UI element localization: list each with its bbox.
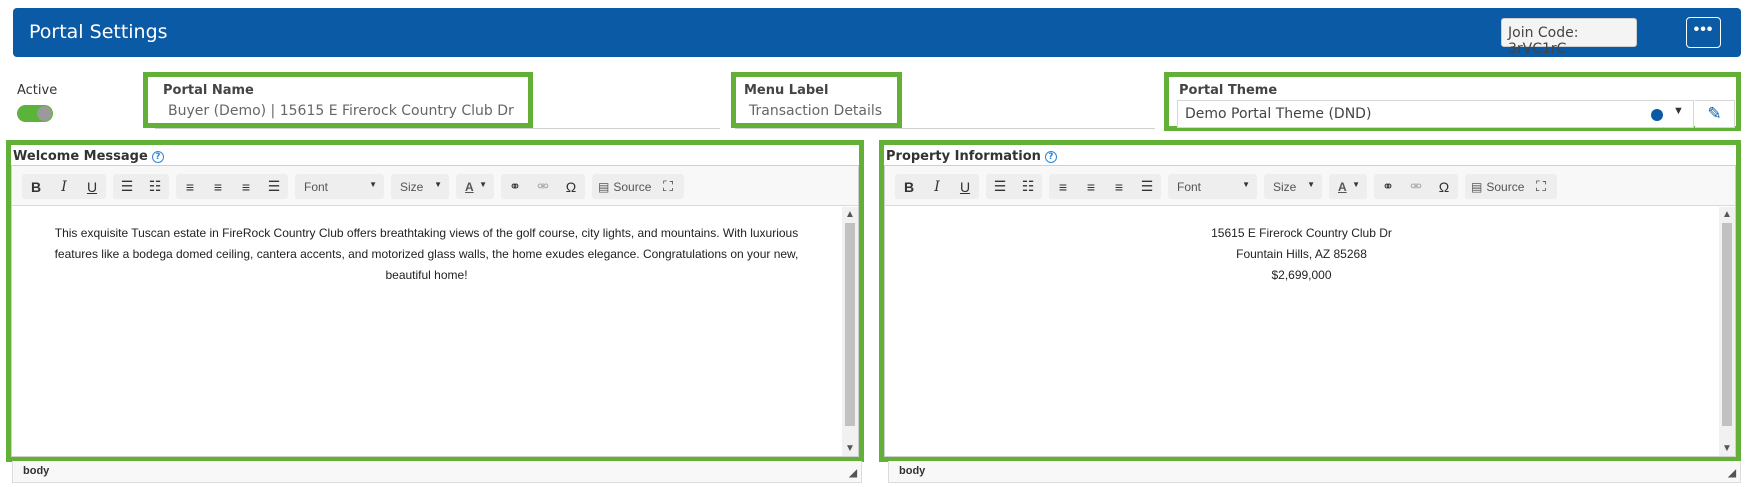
font-select[interactable]: Font ▼ — [295, 174, 384, 199]
element-path[interactable]: body — [23, 465, 49, 477]
portal-name-highlight — [143, 72, 533, 128]
source-icon: ▤ — [598, 179, 610, 194]
maximize-icon[interactable]: ⛶ — [654, 174, 682, 199]
link-icon[interactable]: ⚭ — [501, 174, 529, 199]
portal-name-input[interactable]: Buyer (Demo) | 15615 E Firerock Country … — [168, 103, 514, 119]
unlink-icon[interactable]: ⚮ — [529, 174, 557, 199]
menu-label-underline — [735, 128, 1155, 129]
scroll-down-icon[interactable]: ▼ — [842, 443, 858, 454]
size-select[interactable]: Size ▼ — [1264, 174, 1322, 199]
portal-name-label: Portal Name — [163, 83, 254, 98]
resize-grip-icon[interactable]: ◢ — [1728, 468, 1736, 479]
property-information-content[interactable]: 15615 E Firerock Country Club Dr Fountai… — [885, 207, 1718, 456]
pencil-icon: ✎ — [1707, 104, 1722, 123]
active-toggle[interactable] — [17, 105, 53, 122]
welcome-scrollbar[interactable]: ▲ ▼ — [842, 207, 858, 456]
scroll-up-icon[interactable]: ▲ — [842, 209, 858, 220]
portal-name-underline — [155, 128, 720, 129]
source-button[interactable]: ▤ Source — [1465, 174, 1527, 199]
size-select[interactable]: Size ▼ — [391, 174, 449, 199]
scroll-down-icon[interactable]: ▼ — [1719, 443, 1735, 454]
bold-button[interactable]: B — [895, 174, 923, 199]
welcome-message-editor[interactable]: B I U ☰ ☷ ≡ ≡ ≡ ☰ Font ▼ Size ▼ A ▼ ⚭ ⚮ Ω ▤ — [11, 165, 859, 457]
portal-theme-value: Demo Portal Theme (DND) — [1185, 106, 1372, 122]
ordered-list-icon[interactable]: ☰ — [113, 174, 141, 199]
property-information-editor[interactable]: B I U ☰ ☷ ≡ ≡ ≡ ☰ Font ▼ Size ▼ A ▼ ⚭ ⚮ Ω ▤ — [884, 165, 1736, 457]
scroll-thumb[interactable] — [845, 223, 855, 426]
welcome-message-content[interactable]: This exquisite Tuscan estate in FireRock… — [12, 207, 841, 456]
align-right-icon[interactable]: ≡ — [1105, 174, 1133, 199]
align-center-icon[interactable]: ≡ — [1077, 174, 1105, 199]
chevron-down-icon[interactable]: ▼ — [1673, 105, 1684, 117]
scroll-thumb[interactable] — [1722, 223, 1732, 426]
element-path[interactable]: body — [899, 465, 925, 477]
source-icon: ▤ — [1471, 179, 1483, 194]
text-color-button[interactable]: A ▼ — [1329, 174, 1367, 199]
align-left-icon[interactable]: ≡ — [1049, 174, 1077, 199]
property-status-bar: body ◢ — [888, 461, 1741, 483]
menu-label-highlight — [731, 72, 902, 128]
underline-button[interactable]: U — [78, 174, 106, 199]
resize-grip-icon[interactable]: ◢ — [849, 468, 857, 479]
menu-label-input[interactable]: Transaction Details — [749, 103, 882, 119]
portal-theme-label: Portal Theme — [1179, 83, 1278, 98]
join-code-field[interactable]: Join Code: 3rVC1rC — [1501, 18, 1637, 57]
welcome-status-bar: body ◢ — [12, 461, 862, 483]
source-button[interactable]: ▤ Source — [592, 174, 654, 199]
scroll-up-icon[interactable]: ▲ — [1719, 209, 1735, 220]
ordered-list-icon[interactable]: ☰ — [986, 174, 1014, 199]
text-color-button[interactable]: A ▼ — [456, 174, 494, 199]
bold-button[interactable]: B — [22, 174, 50, 199]
italic-button[interactable]: I — [923, 174, 951, 199]
portal-settings-header: Portal Settings Join Code: 3rVC1rC ••• — [13, 8, 1741, 57]
justify-icon[interactable]: ☰ — [260, 174, 288, 199]
page-title: Portal Settings — [29, 21, 168, 43]
special-char-button[interactable]: Ω — [557, 174, 585, 199]
edit-theme-button[interactable]: ✎ — [1695, 100, 1735, 128]
align-left-icon[interactable]: ≡ — [176, 174, 204, 199]
price-line: $2,699,000 — [1271, 268, 1332, 282]
maximize-icon[interactable]: ⛶ — [1527, 174, 1555, 199]
city-line: Fountain Hills, AZ 85268 — [1236, 247, 1367, 261]
bullet-list-icon[interactable]: ☷ — [1014, 174, 1042, 199]
portal-theme-select[interactable]: Demo Portal Theme (DND) ▼ — [1177, 100, 1694, 128]
unlink-icon[interactable]: ⚮ — [1402, 174, 1430, 199]
theme-color-swatch — [1651, 109, 1663, 121]
more-options-button[interactable]: ••• — [1686, 17, 1721, 48]
address-line: 15615 E Firerock Country Club Dr — [1211, 226, 1392, 240]
link-icon[interactable]: ⚭ — [1374, 174, 1402, 199]
align-center-icon[interactable]: ≡ — [204, 174, 232, 199]
justify-icon[interactable]: ☰ — [1133, 174, 1161, 199]
active-label: Active — [17, 83, 58, 98]
font-select[interactable]: Font ▼ — [1168, 174, 1257, 199]
property-toolbar: B I U ☰ ☷ ≡ ≡ ≡ ☰ Font ▼ Size ▼ A ▼ ⚭ ⚮ Ω ▤ — [885, 166, 1735, 206]
bullet-list-icon[interactable]: ☷ — [141, 174, 169, 199]
property-scrollbar[interactable]: ▲ ▼ — [1719, 207, 1735, 456]
menu-label-label: Menu Label — [744, 83, 829, 98]
toggle-knob — [37, 106, 52, 121]
special-char-button[interactable]: Ω — [1430, 174, 1458, 199]
underline-button[interactable]: U — [951, 174, 979, 199]
italic-button[interactable]: I — [50, 174, 78, 199]
welcome-toolbar: B I U ☰ ☷ ≡ ≡ ≡ ☰ Font ▼ Size ▼ A ▼ ⚭ ⚮ Ω ▤ — [12, 166, 858, 206]
align-right-icon[interactable]: ≡ — [232, 174, 260, 199]
